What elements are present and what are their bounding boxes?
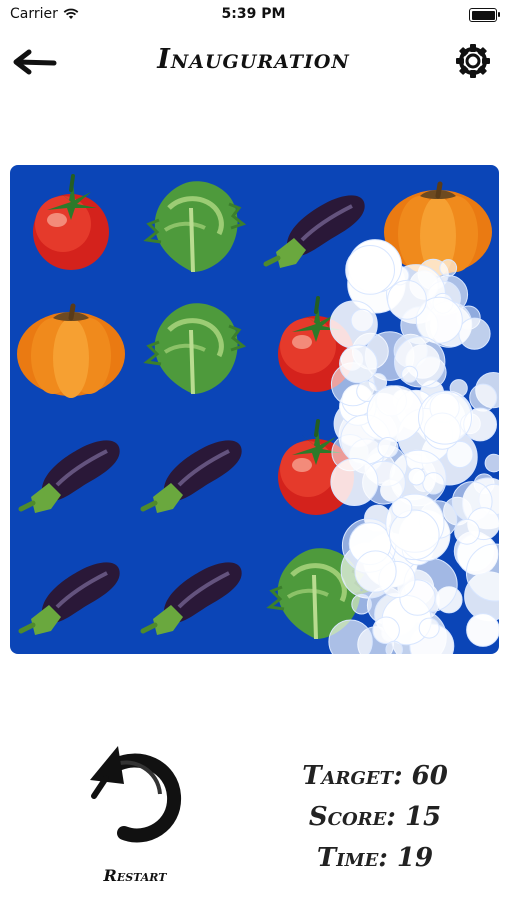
eggplant-tile[interactable] — [13, 535, 129, 651]
tomato-icon — [277, 418, 354, 515]
eggplant-tile[interactable] — [135, 413, 251, 529]
lettuce-icon — [265, 548, 369, 639]
lettuce-tile[interactable] — [135, 290, 251, 406]
tomato-tile[interactable] — [258, 290, 374, 406]
nav-bar: Inauguration — [0, 38, 507, 88]
lettuce-icon — [143, 181, 247, 273]
lettuce-icon — [143, 303, 247, 395]
restart-icon — [90, 746, 182, 843]
arrow-left-icon — [13, 49, 57, 75]
eggplant-icon — [140, 440, 243, 513]
page-title: Inauguration — [157, 44, 350, 75]
status-time: 5:39 PM — [221, 6, 286, 22]
battery-level — [471, 10, 495, 20]
pumpkin-tile[interactable] — [380, 168, 496, 284]
target-stat: Target: 60 — [302, 761, 448, 791]
time-stat: Time: 19 — [316, 843, 434, 873]
eggplant-tile[interactable] — [13, 413, 129, 529]
eggplant-tile[interactable] — [135, 535, 251, 651]
lettuce-tile[interactable] — [135, 168, 251, 284]
pumpkin-icon — [17, 303, 126, 399]
back-button[interactable] — [10, 46, 60, 78]
eggplant-tile[interactable] — [258, 168, 374, 284]
score-stat: Score: 15 — [308, 802, 442, 832]
eggplant-icon — [18, 440, 120, 513]
battery-icon — [469, 8, 500, 22]
eggplant-icon — [140, 562, 243, 635]
status-bar: Carrier 5:39 PM — [0, 0, 507, 30]
tomato-icon — [277, 296, 354, 393]
game-board — [10, 165, 499, 654]
lettuce-tile[interactable] — [258, 535, 374, 651]
tomato-tile[interactable] — [258, 413, 374, 529]
pumpkin-tile[interactable] — [13, 290, 129, 406]
tomato-tile[interactable] — [13, 168, 129, 284]
eggplant-icon — [263, 195, 365, 269]
restart-label: Restart — [103, 866, 167, 885]
restart-button[interactable]: Restart — [80, 738, 190, 888]
eggplant-icon — [18, 562, 120, 635]
tomato-icon — [33, 174, 110, 271]
gear-icon — [456, 44, 490, 78]
settings-button[interactable] — [453, 41, 493, 81]
stats-panel: Target: 60 Score: 15 Time: 19 — [280, 756, 470, 879]
pumpkin-icon — [383, 181, 492, 277]
